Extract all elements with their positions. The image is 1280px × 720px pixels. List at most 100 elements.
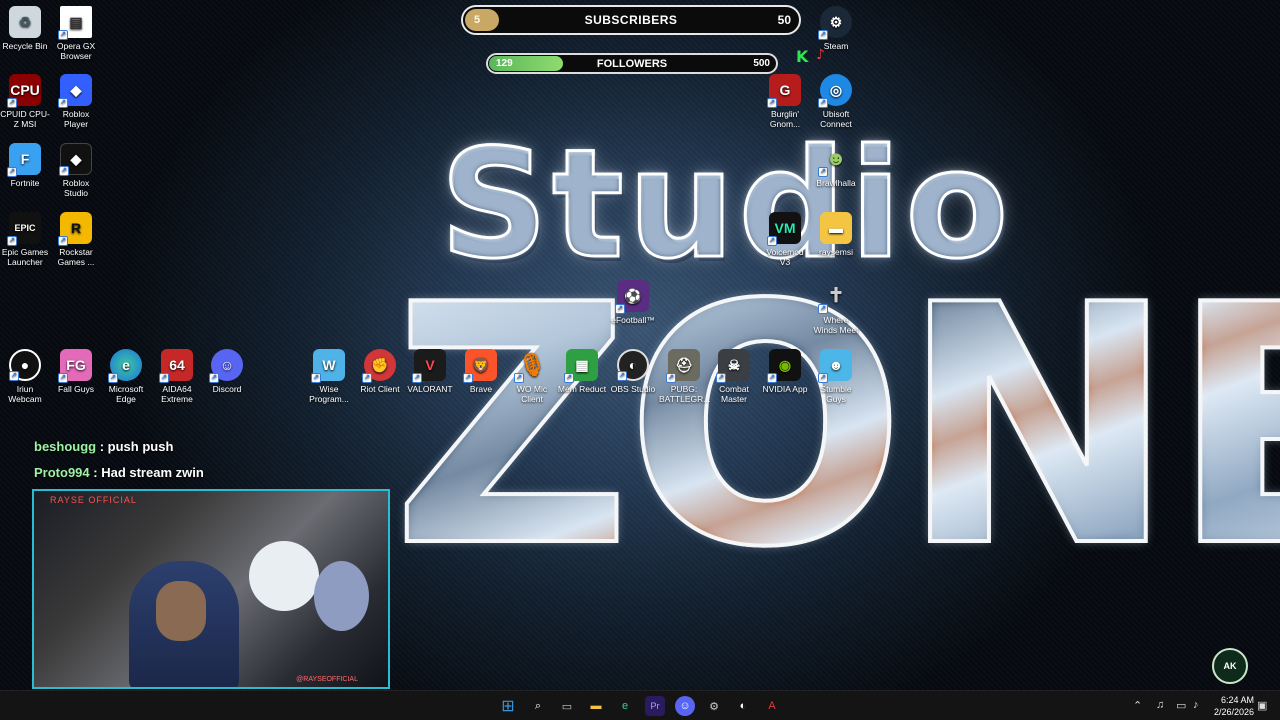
teddy-bear	[249, 541, 319, 611]
desktop-icon-riot-client[interactable]: ✊ ↗ Riot Client	[355, 349, 405, 394]
file-explorer-icon[interactable]: ▬	[586, 696, 606, 716]
edge-taskbar-icon[interactable]: e	[615, 696, 635, 716]
desktop-icon-stumble-guys[interactable]: ☻ ↗ Stumble Guys	[811, 349, 861, 404]
efootball-icon: ⚽ ↗	[615, 280, 649, 314]
valorant-icon: V ↗	[412, 349, 446, 383]
ak-logo-badge: AK	[1212, 648, 1248, 684]
desktop-icon-iriun-webcam[interactable]: ● ↗ Iriun Webcam	[0, 349, 50, 404]
desktop-icon-discord[interactable]: ☺ ↗ Discord	[202, 349, 252, 394]
obs-icon: ◐ ↗	[617, 349, 649, 381]
desktop-icon-rockstar[interactable]: R ↗ Rockstar Games ...	[51, 212, 101, 267]
brave-icon: 🦁 ↗	[463, 349, 497, 383]
followers-goal: 500	[753, 58, 770, 69]
chat-username: beshougg	[34, 439, 97, 454]
combat-master-icon: ☠ ↗	[716, 349, 750, 383]
desktop-icon-efootball[interactable]: ⚽ ↗ eFootball™	[608, 280, 658, 325]
cpuid-icon: CPU ↗	[7, 74, 41, 108]
kick-logo-icon: K	[796, 47, 809, 66]
rockstar-icon: R ↗	[58, 212, 92, 246]
notification-icon[interactable]: ▣	[1257, 699, 1267, 712]
nvidia-icon: ◉ ↗	[767, 349, 801, 383]
followers-label: FOLLOWERS	[596, 57, 668, 70]
desktop-icon-voicemod[interactable]: VM ↗ Voicemod V3	[760, 212, 810, 267]
desktop-icon-epic-games[interactable]: EPIC ↗ Epic Games Launcher	[0, 212, 50, 267]
desktop-icon-ubisoft[interactable]: ◎ ↗ Ubisoft Connect	[811, 74, 861, 129]
clock-date: 2/26/2026	[1213, 707, 1254, 717]
desktop-icon-raysemsi[interactable]: ▬ raysemsi	[811, 212, 861, 257]
opera-gx-icon: ▤ ↗	[58, 6, 92, 40]
premiere-pro-icon[interactable]: Pr	[645, 696, 665, 716]
desktop-icon-nvidia[interactable]: ◉ ↗ NVIDIA App	[760, 349, 810, 394]
discord-icon: ☺ ↗	[209, 349, 243, 383]
epic-games-icon: EPIC ↗	[7, 212, 41, 246]
app-taskbar-icon[interactable]: A	[762, 696, 782, 716]
desktop-icon-microsoft-edge[interactable]: e ↗ Microsoft Edge	[101, 349, 151, 404]
settings-gear-icon[interactable]: ⚙	[704, 696, 724, 716]
search-icon[interactable]: ⌕	[528, 696, 548, 716]
desktop-icon-pubg[interactable]: ⛑ ↗ PUBG: BATTLEGR...	[659, 349, 710, 404]
task-view-icon[interactable]: ▭	[557, 696, 577, 716]
desktop-icon-combat-master[interactable]: ☠ ↗ Combat Master	[709, 349, 759, 404]
desktop-icon-obs[interactable]: ◐ ↗ OBS Studio	[608, 349, 658, 394]
fortnite-icon: F ↗	[7, 143, 41, 177]
clock-time: 6:24 AM	[1220, 695, 1254, 705]
pubg-icon: ⛑ ↗	[666, 349, 700, 383]
volume-icon[interactable]: ♪	[1193, 699, 1199, 711]
clock[interactable]: 6:24 AM 2/26/2026	[1214, 694, 1254, 718]
desktop-icon-wo-mic[interactable]: 🎙 ↗ WO Mic Client	[507, 349, 557, 404]
wise-program-icon: W ↗	[311, 349, 345, 383]
webcam-overlay: RAYSE OFFICIAL @RAYSEOFFICIAL	[32, 489, 390, 689]
network-icon[interactable]: ▭	[1176, 699, 1186, 712]
roblox-player-icon: ◆ ↗	[58, 74, 92, 108]
webcam-handle: @RAYSEOFFICIAL	[296, 676, 358, 683]
desktop-icon-where-winds-meet[interactable]: ✝ ↗ Where Winds Meet	[811, 280, 861, 335]
steam-icon: ⚙ ↗	[818, 6, 852, 40]
roblox-studio-icon: ◆ ↗	[59, 143, 92, 176]
microphone-tray-icon[interactable]: ♫	[1156, 699, 1164, 711]
desktop-icon-fortnite[interactable]: F ↗ Fortnite	[0, 143, 50, 188]
subscribers-label: SUBSCRIBERS	[584, 13, 678, 27]
desktop-icon-steam[interactable]: ⚙ ↗ Steam	[811, 6, 861, 51]
discord-taskbar-icon[interactable]: ☺	[675, 696, 695, 716]
desktop-icon-roblox-studio[interactable]: ◆ ↗ Roblox Studio	[51, 143, 101, 198]
burglin-gnomes-icon: G ↗	[767, 74, 801, 108]
desktop-icon-recycle-bin[interactable]: ♻ Recycle Bin	[0, 6, 50, 51]
where-winds-meet-icon: ✝ ↗	[818, 280, 852, 314]
start-windows-icon[interactable]: ⊞	[498, 696, 518, 716]
desktop: Studio ZONE 5 SUBSCRIBERS 50 129 FOLLOWE…	[0, 0, 1280, 690]
ubisoft-icon: ◎ ↗	[818, 74, 852, 108]
edge-icon: e ↗	[108, 349, 142, 383]
desktop-icon-aida64[interactable]: 64 ↗ AIDA64 Extreme	[152, 349, 202, 404]
desktop-icon-fall-guys[interactable]: FG ↗ Fall Guys	[51, 349, 101, 394]
desktop-icon-wise[interactable]: W ↗ Wise Program...	[304, 349, 354, 404]
subscribers-goal: 50	[777, 13, 791, 27]
fall-guys-icon: FG ↗	[58, 349, 92, 383]
desktop-icon-brave[interactable]: 🦁 ↗ Brave	[456, 349, 506, 394]
obs-taskbar-icon[interactable]: ◐	[733, 696, 753, 716]
desktop-icon-cpuid[interactable]: CPU ↗ CPUID CPU-Z MSI	[0, 74, 50, 129]
desktop-icon-roblox-player[interactable]: ◆ ↗ Roblox Player	[51, 74, 101, 129]
chevron-up-icon[interactable]: ⌃	[1133, 699, 1142, 712]
microphone-icon: 🎙 ↗	[514, 349, 548, 383]
stumble-guys-icon: ☻ ↗	[818, 349, 852, 383]
aida64-icon: 64 ↗	[159, 349, 193, 383]
chat-message: beshougg : push push	[34, 439, 174, 454]
desktop-icon-burglin-gnomes[interactable]: G ↗ Burglin' Gnom...	[760, 74, 810, 129]
voicemod-icon: VM ↗	[767, 212, 801, 246]
chat-text: push push	[107, 439, 174, 454]
chat-text: Had stream zwin	[101, 465, 204, 480]
desktop-icon-valorant[interactable]: V ↗ VALORANT	[405, 349, 455, 394]
chat-message: Proto994 : Had stream zwin	[34, 465, 204, 480]
riot-client-icon: ✊ ↗	[362, 349, 396, 383]
desktop-icon-opera-gx[interactable]: ▤ ↗ Opera GX Browser	[51, 6, 101, 61]
taskbar: ⊞ ⌕ ▭ ▬ e Pr ☺ ⚙ ◐ A ⌃ ♫ ▭ ♪ 6:24 AM 2/2…	[0, 690, 1280, 720]
brawlhalla-icon: ☻ ↗	[818, 143, 852, 177]
streamer-face	[156, 581, 206, 641]
folder-icon: ▬	[820, 212, 852, 244]
mem-reduct-icon: ▦ ↗	[564, 349, 598, 383]
desktop-icon-mem-reduct[interactable]: ▦ ↗ Mem Reduct	[557, 349, 607, 394]
desktop-icon-brawlhalla[interactable]: ☻ ↗ Brawlhalla	[811, 143, 861, 188]
recycle-bin-icon: ♻	[9, 6, 41, 38]
tiktok-logo-icon: ♪	[816, 47, 825, 63]
subscribers-goal-bar: 5 SUBSCRIBERS 50	[461, 5, 801, 35]
